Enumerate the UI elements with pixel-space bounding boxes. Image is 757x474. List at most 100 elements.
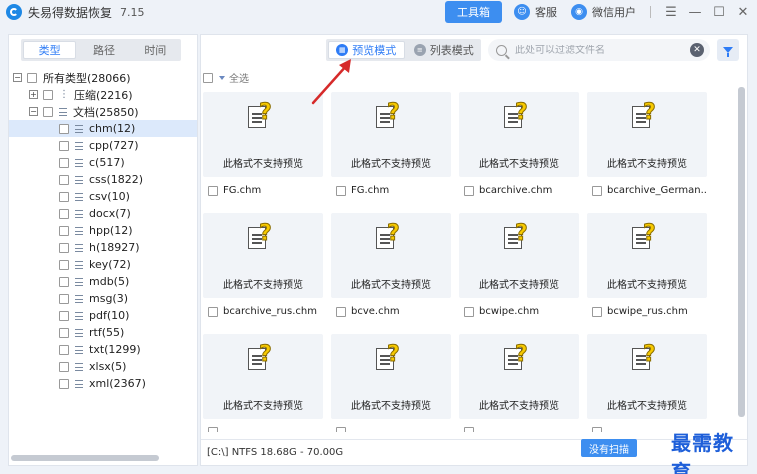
- file-grid: ? 此格式不支持预览 FG.chm? 此格式不支持预览 FG.chm? 此格式不支持预览 b…: [201, 92, 731, 432]
- file-card[interactable]: ? 此格式不支持预览: [587, 334, 707, 432]
- file-checkbox[interactable]: [208, 427, 218, 432]
- collapse-icon[interactable]: −: [29, 107, 38, 116]
- tree-item-checkbox[interactable]: [59, 174, 69, 185]
- search-input[interactable]: [515, 44, 680, 56]
- tree-item-checkbox[interactable]: [59, 344, 69, 355]
- tab-path[interactable]: 路径: [78, 39, 129, 61]
- tree-item[interactable]: + ⋮ 压缩(2216): [9, 86, 197, 103]
- tree-item[interactable]: chm(12): [9, 120, 197, 137]
- tree-item[interactable]: csv(10): [9, 188, 197, 205]
- tree-item-checkbox[interactable]: [59, 293, 69, 304]
- tree-item-checkbox[interactable]: [59, 378, 69, 389]
- file-card[interactable]: ? 此格式不支持预览 bcve.chm: [331, 213, 451, 317]
- wechat-user-button[interactable]: ◉ 微信用户: [571, 4, 636, 20]
- file-thumbnail[interactable]: ? 此格式不支持预览: [203, 213, 323, 298]
- tree-item[interactable]: − 文档(25850): [9, 103, 197, 120]
- tree-item-checkbox[interactable]: [43, 89, 53, 100]
- tree-item[interactable]: key(72): [9, 256, 197, 273]
- file-checkbox[interactable]: [336, 185, 346, 196]
- expand-icon[interactable]: +: [29, 90, 38, 99]
- vertical-scrollbar[interactable]: [738, 87, 745, 417]
- tab-type[interactable]: 类型: [23, 41, 77, 59]
- select-all[interactable]: 全选: [203, 70, 249, 85]
- tree-item-checkbox[interactable]: [43, 106, 53, 117]
- tree-item[interactable]: hpp(12): [9, 222, 197, 239]
- tree-item[interactable]: xlsx(5): [9, 358, 197, 375]
- tree-item-checkbox[interactable]: [59, 327, 69, 338]
- list-mode-button[interactable]: ≡ 列表模式: [407, 39, 482, 61]
- file-card[interactable]: ? 此格式不支持预览 bcarchive_rus.chm: [203, 213, 323, 317]
- file-checkbox[interactable]: [592, 427, 602, 432]
- tree-item-checkbox[interactable]: [59, 361, 69, 372]
- tree-item[interactable]: h(18927): [9, 239, 197, 256]
- filter-button[interactable]: [717, 39, 739, 61]
- tree-item-label: hpp(12): [89, 224, 133, 237]
- tree-item-checkbox[interactable]: [59, 242, 69, 253]
- tree-item-checkbox[interactable]: [59, 140, 69, 151]
- file-checkbox[interactable]: [208, 185, 218, 196]
- horizontal-scrollbar[interactable]: [11, 455, 159, 461]
- minimize-icon[interactable]: —: [685, 2, 705, 22]
- no-preview-text: 此格式不支持预览: [607, 280, 687, 291]
- file-checkbox[interactable]: [464, 306, 474, 317]
- file-thumbnail[interactable]: ? 此格式不支持预览: [587, 213, 707, 298]
- maximize-icon[interactable]: ☐: [709, 2, 729, 22]
- tree-item-checkbox[interactable]: [59, 276, 69, 287]
- file-card[interactable]: ? 此格式不支持预览 bcwipe.chm: [459, 213, 579, 317]
- tree-item[interactable]: − 所有类型(28066): [9, 69, 197, 86]
- tree-item-checkbox[interactable]: [59, 259, 69, 270]
- support-button[interactable]: ☺ 客服: [514, 4, 557, 20]
- tree-item-checkbox[interactable]: [59, 208, 69, 219]
- search-icon: [496, 44, 507, 56]
- tree-item-checkbox[interactable]: [59, 191, 69, 202]
- file-card[interactable]: ? 此格式不支持预览 bcwipe_rus.chm: [587, 213, 707, 317]
- question-mark-icon: ?: [387, 221, 401, 247]
- file-card[interactable]: ? 此格式不支持预览 bcarchive.chm: [459, 92, 579, 196]
- menu-icon[interactable]: ☰: [661, 2, 681, 22]
- clear-search-icon[interactable]: ✕: [690, 43, 704, 57]
- tab-time[interactable]: 时间: [130, 39, 181, 61]
- tree-item-label: pdf(10): [89, 309, 130, 322]
- file-thumbnail[interactable]: ? 此格式不支持预览: [459, 334, 579, 419]
- file-checkbox[interactable]: [208, 306, 218, 317]
- file-checkbox[interactable]: [464, 427, 474, 432]
- tree-item-checkbox[interactable]: [27, 72, 37, 83]
- file-thumbnail[interactable]: ? 此格式不支持预览: [459, 92, 579, 177]
- no-preview-text: 此格式不支持预览: [479, 280, 559, 291]
- file-checkbox[interactable]: [464, 185, 474, 196]
- tree-item-checkbox[interactable]: [59, 310, 69, 321]
- file-checkbox[interactable]: [336, 427, 346, 432]
- tree-item[interactable]: xml(2367): [9, 375, 197, 392]
- file-thumbnail[interactable]: ? 此格式不支持预览: [331, 334, 451, 419]
- file-card[interactable]: ? 此格式不支持预览: [331, 334, 451, 432]
- file-thumbnail[interactable]: ? 此格式不支持预览: [203, 334, 323, 419]
- file-card[interactable]: ? 此格式不支持预览 bcarchive_German...: [587, 92, 707, 196]
- tree-item[interactable]: txt(1299): [9, 341, 197, 358]
- select-all-checkbox[interactable]: [203, 72, 213, 83]
- tree-item[interactable]: c(517): [9, 154, 197, 171]
- tree-item-checkbox[interactable]: [59, 225, 69, 236]
- tree-item[interactable]: docx(7): [9, 205, 197, 222]
- tree-item[interactable]: cpp(727): [9, 137, 197, 154]
- close-icon[interactable]: ✕: [733, 2, 753, 22]
- tree-item[interactable]: rtf(55): [9, 324, 197, 341]
- file-card[interactable]: ? 此格式不支持预览: [203, 334, 323, 432]
- toolbox-button[interactable]: 工具箱: [445, 1, 502, 23]
- file-checkbox[interactable]: [336, 306, 346, 317]
- file-thumbnail[interactable]: ? 此格式不支持预览: [587, 92, 707, 177]
- tree-item-checkbox[interactable]: [59, 157, 69, 168]
- file-checkbox[interactable]: [592, 306, 602, 317]
- document-icon: [75, 345, 83, 354]
- file-card[interactable]: ? 此格式不支持预览: [459, 334, 579, 432]
- file-thumbnail[interactable]: ? 此格式不支持预览: [459, 213, 579, 298]
- file-thumbnail[interactable]: ? 此格式不支持预览: [587, 334, 707, 419]
- scan-status-button[interactable]: 没有扫描: [581, 439, 637, 457]
- file-thumbnail[interactable]: ? 此格式不支持预览: [331, 213, 451, 298]
- tree-item[interactable]: pdf(10): [9, 307, 197, 324]
- tree-item[interactable]: msg(3): [9, 290, 197, 307]
- tree-item[interactable]: mdb(5): [9, 273, 197, 290]
- tree-item[interactable]: css(1822): [9, 171, 197, 188]
- tree-item-checkbox[interactable]: [59, 123, 69, 134]
- file-checkbox[interactable]: [592, 185, 602, 196]
- collapse-icon[interactable]: −: [13, 73, 22, 82]
